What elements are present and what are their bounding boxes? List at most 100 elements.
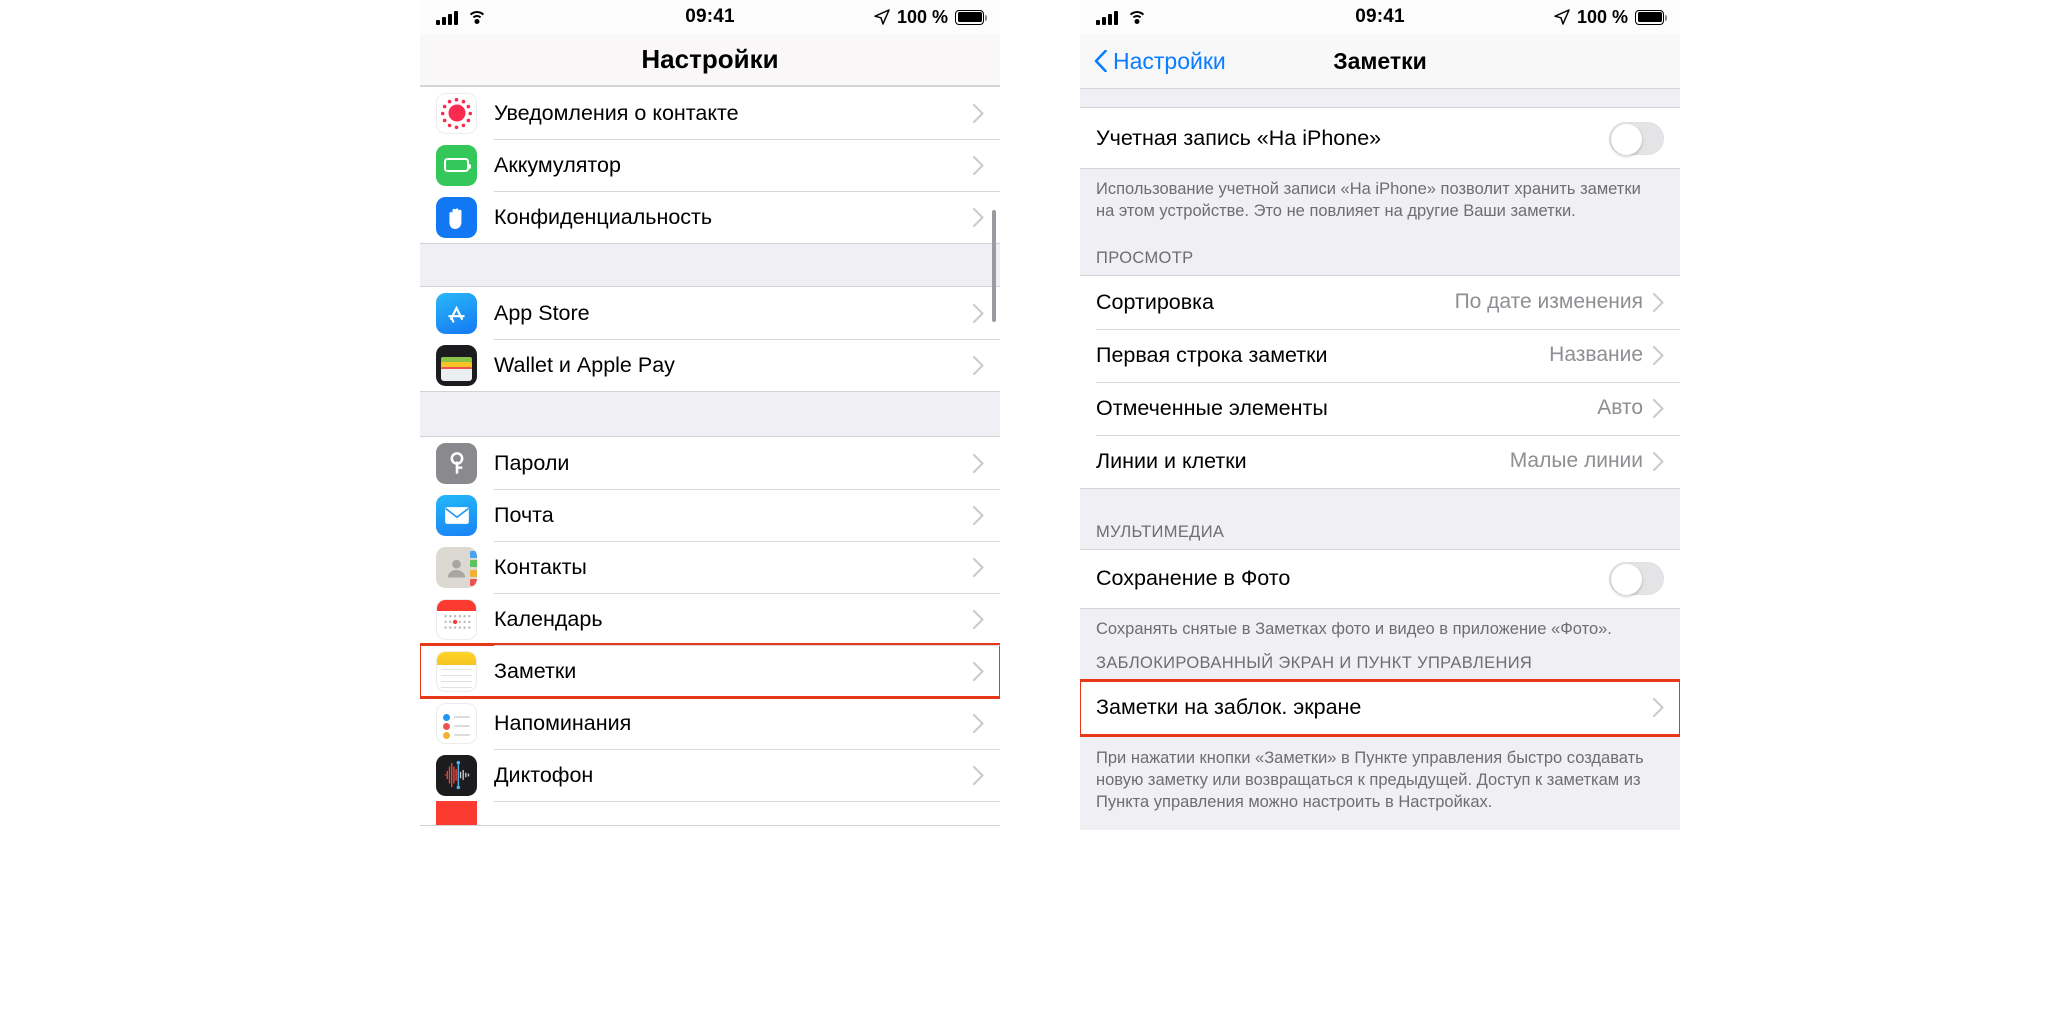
- battery-percent-label: 100 %: [896, 6, 948, 27]
- row-label: Отмеченные элементы: [1096, 395, 1328, 420]
- row-label: Почта: [494, 502, 554, 527]
- lock-screen-footer-text: При нажатии кнопки «Заметки» в Пункте уп…: [1080, 735, 1680, 830]
- row-label: Сохранение в Фото: [1096, 566, 1291, 591]
- contacts-index-tabs: [470, 550, 477, 588]
- chevron-left-icon: [1094, 50, 1107, 72]
- sidebar-item-partial-next[interactable]: [420, 801, 1000, 825]
- row-save-to-photos[interactable]: Сохранение в Фото: [1080, 549, 1680, 608]
- status-bar-right: 09:41 100 %: [1080, 0, 1680, 34]
- row-label: Аккумулятор: [494, 152, 621, 177]
- sidebar-item-voice-memos[interactable]: Диктофон: [420, 749, 1000, 801]
- row-checked-items[interactable]: Отмеченные элементы Авто: [1080, 381, 1680, 435]
- chevron-right-icon: [973, 355, 984, 375]
- multimedia-group: Сохранение в Фото: [1080, 548, 1680, 609]
- settings-group-3: Пароли Почта Контакты Календарь Заметки …: [420, 436, 1000, 826]
- row-value: Авто: [1597, 396, 1643, 420]
- phone-right-notes-settings-screen: 09:41 100 % Настройки Заметки Учетная за…: [1080, 0, 1680, 1024]
- row-first-line[interactable]: Первая строка заметки Название: [1080, 328, 1680, 382]
- reminders-icon: [436, 702, 477, 744]
- chevron-right-icon: [973, 453, 984, 473]
- chevron-right-icon: [1653, 698, 1664, 718]
- vertical-scrollbar[interactable]: [992, 210, 996, 322]
- sidebar-item-privacy[interactable]: Конфиденциальность: [420, 191, 1000, 243]
- view-group: Сортировка По дате изменения Первая стро…: [1080, 274, 1680, 489]
- battery-app-icon: [436, 144, 477, 186]
- row-label: Конфиденциальность: [494, 204, 713, 229]
- status-bar-right-group: 100 %: [874, 6, 988, 28]
- mail-envelope-icon: [436, 494, 477, 536]
- row-account-on-iphone[interactable]: Учетная запись «На iPhone»: [1080, 108, 1680, 168]
- row-value: Малые линии: [1509, 449, 1643, 473]
- app-store-icon: [436, 292, 477, 334]
- chevron-right-icon: [1653, 451, 1664, 471]
- section-header-multimedia: МУЛЬТИМЕДИА: [1080, 488, 1680, 549]
- row-label: Диктофон: [494, 762, 594, 787]
- chevron-right-icon: [1653, 345, 1664, 365]
- privacy-hand-icon: [436, 196, 477, 238]
- row-label: Заметки на заблок. экране: [1096, 695, 1362, 720]
- screenshot-stage: 09:41 100 % Настройки Уведомления о конт…: [0, 0, 2048, 1024]
- row-label: Уведомления о контакте: [494, 100, 739, 125]
- sidebar-item-notes[interactable]: Заметки: [420, 643, 1000, 699]
- row-value: По дате изменения: [1454, 290, 1643, 314]
- chevron-right-icon: [1653, 292, 1664, 312]
- sidebar-item-contact-notifications[interactable]: Уведомления о контакте: [420, 87, 1000, 139]
- account-footer-text: Использование учетной записи «На iPhone»…: [1080, 169, 1680, 227]
- account-on-iphone-toggle[interactable]: [1609, 121, 1664, 155]
- battery-full-icon: [955, 9, 988, 25]
- voice-memos-icon: [436, 754, 477, 796]
- row-notes-on-lock-screen[interactable]: Заметки на заблок. экране: [1080, 678, 1680, 737]
- section-header-lock-screen: ЗАБЛОКИРОВАННЫЙ ЭКРАН И ПУНКТ УПРАВЛЕНИЯ: [1080, 645, 1680, 680]
- chevron-right-icon: [973, 609, 984, 629]
- lock-screen-group: Заметки на заблок. экране: [1080, 678, 1680, 737]
- calendar-icon: [436, 598, 477, 640]
- sidebar-item-app-store[interactable]: App Store: [420, 287, 1000, 339]
- row-label: Учетная запись «На iPhone»: [1096, 125, 1382, 150]
- status-bar-right-group: 100 %: [1554, 6, 1668, 28]
- row-sorting[interactable]: Сортировка По дате изменения: [1080, 275, 1680, 329]
- chevron-right-icon: [973, 505, 984, 525]
- notes-icon: [436, 650, 477, 692]
- row-label: Сортировка: [1096, 289, 1214, 314]
- chevron-right-icon: [973, 303, 984, 323]
- chevron-right-icon: [973, 557, 984, 577]
- row-label: Wallet и Apple Pay: [494, 352, 675, 377]
- settings-group-1: Уведомления о контакте Аккумулятор Конфи…: [420, 86, 1000, 244]
- settings-group-2: App Store Wallet и Apple Pay: [420, 286, 1000, 392]
- contact-notification-icon: [436, 92, 477, 134]
- row-label: Напоминания: [494, 710, 632, 735]
- row-label: App Store: [494, 300, 590, 325]
- status-bar-left: 09:41 100 %: [420, 0, 1000, 34]
- row-label: Заметки: [494, 658, 577, 683]
- battery-percent-label: 100 %: [1576, 6, 1628, 27]
- row-label: Первая строка заметки: [1096, 342, 1328, 367]
- location-arrow-icon: [874, 9, 890, 25]
- sidebar-item-reminders[interactable]: Напоминания: [420, 697, 1000, 749]
- sidebar-item-contacts[interactable]: Контакты: [420, 541, 1000, 593]
- multimedia-footer-text: Сохранять снятые в Заметках фото и видео…: [1080, 608, 1680, 646]
- group-spacer: [1080, 89, 1680, 107]
- row-lines-and-grids[interactable]: Линии и клетки Малые линии: [1080, 434, 1680, 488]
- chevron-right-icon: [973, 155, 984, 175]
- sidebar-item-calendar[interactable]: Календарь: [420, 593, 1000, 645]
- chevron-right-icon: [973, 765, 984, 785]
- save-to-photos-toggle[interactable]: [1609, 562, 1664, 596]
- section-header-view: ПРОСМОТР: [1080, 226, 1680, 275]
- group-spacer: [420, 244, 1000, 286]
- sidebar-item-mail[interactable]: Почта: [420, 489, 1000, 541]
- sidebar-item-passwords[interactable]: Пароли: [420, 437, 1000, 489]
- page-title: Настройки: [420, 34, 1000, 86]
- navigation-bar: Настройки Заметки: [1080, 34, 1680, 89]
- wallet-icon: [436, 344, 477, 386]
- settings-list-scroll-area[interactable]: Уведомления о контакте Аккумулятор Конфи…: [420, 86, 1000, 1024]
- sidebar-item-battery[interactable]: Аккумулятор: [420, 139, 1000, 191]
- account-group: Учетная запись «На iPhone»: [1080, 107, 1680, 169]
- contacts-icon: [436, 546, 477, 588]
- sidebar-item-wallet-apple-pay[interactable]: Wallet и Apple Pay: [420, 339, 1000, 391]
- back-button[interactable]: Настройки: [1094, 48, 1226, 75]
- notes-settings-scroll-area[interactable]: Учетная запись «На iPhone» Использование…: [1080, 89, 1680, 1024]
- row-label: Пароли: [494, 450, 570, 475]
- chevron-right-icon: [973, 207, 984, 227]
- chevron-right-icon: [973, 713, 984, 733]
- partial-app-icon: [436, 801, 477, 825]
